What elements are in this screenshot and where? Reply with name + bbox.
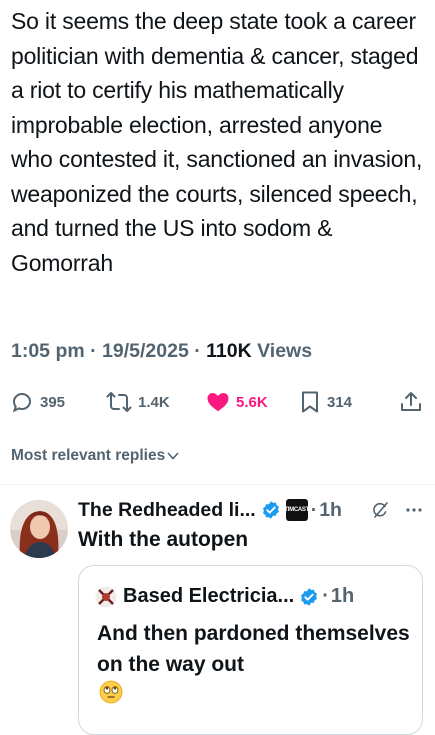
share-button[interactable] xyxy=(399,385,423,419)
views-label: Views xyxy=(257,340,313,362)
reply-count: 395 xyxy=(40,393,66,411)
post-meta: 1:05 pm · 19/5/2025 · 110K Views xyxy=(11,340,312,363)
reply-author-name[interactable]: The Redheaded li... xyxy=(78,499,256,522)
reply-text: With the autopen xyxy=(78,528,249,551)
post-time: 1:05 pm xyxy=(11,340,85,362)
quoted-post-card[interactable]: Based Electricia... · 1h And then pardon… xyxy=(78,565,423,735)
bookmark-button[interactable]: 314 xyxy=(299,385,352,419)
action-bar: 395 1.4K 5.6K 314 xyxy=(0,385,435,419)
quote-separator: · xyxy=(322,585,329,607)
meta-separator: · xyxy=(90,340,97,362)
repost-button[interactable]: 1.4K xyxy=(106,385,170,419)
avatar[interactable] xyxy=(10,500,68,558)
post-date[interactable]: 19/5/2025 xyxy=(102,340,189,362)
verified-badge-icon xyxy=(262,501,279,519)
like-button[interactable]: 5.6K xyxy=(206,385,268,419)
reply-time[interactable]: 1h xyxy=(319,499,342,522)
reply-button[interactable]: 395 xyxy=(10,385,65,419)
heart-icon xyxy=(207,393,229,412)
repost-icon xyxy=(106,392,132,412)
grok-icon[interactable] xyxy=(370,500,390,520)
eye-roll-emoji-icon xyxy=(99,680,123,704)
verified-badge-icon xyxy=(301,587,318,606)
reply-separator: · xyxy=(310,498,318,521)
more-options-icon[interactable] xyxy=(404,500,424,520)
reply-icon xyxy=(12,392,32,413)
affiliation-badge: TIMCAST xyxy=(284,499,309,521)
reply-right-icons xyxy=(370,500,424,520)
divider xyxy=(0,484,435,485)
repost-count: 1.4K xyxy=(138,393,170,411)
bookmark-icon xyxy=(302,391,318,413)
quote-author-name[interactable]: Based Electricia... xyxy=(123,585,294,608)
like-count: 5.6K xyxy=(236,393,268,411)
quote-header: Based Electricia... · 1h xyxy=(95,585,354,608)
share-icon xyxy=(401,392,421,411)
quote-avatar[interactable] xyxy=(95,586,117,608)
views-count[interactable]: 110K xyxy=(206,340,252,362)
quote-text: And then pardoned themselves on the way … xyxy=(97,622,410,676)
meta-separator: · xyxy=(194,340,201,362)
post-text: So it seems the deep state took a career… xyxy=(11,8,423,276)
bookmark-count: 314 xyxy=(327,393,353,411)
replies-sort-label: Most relevant replies xyxy=(11,447,166,464)
quote-time: 1h xyxy=(330,585,355,607)
replies-sort-dropdown[interactable]: Most relevant replies xyxy=(11,447,181,465)
chevron-down-icon xyxy=(167,452,179,460)
